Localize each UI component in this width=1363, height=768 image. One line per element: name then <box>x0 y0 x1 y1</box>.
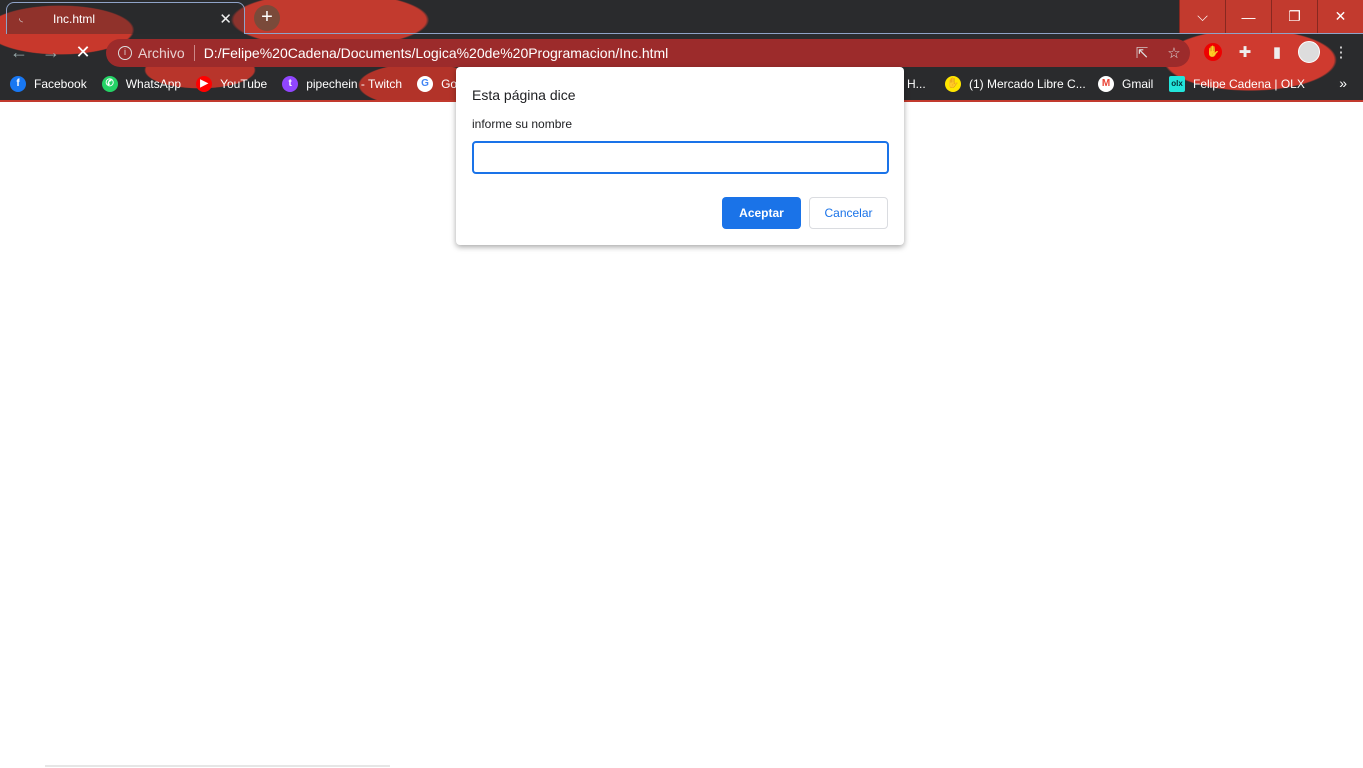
bookmark-label: pipechein - Twitch <box>306 77 403 91</box>
minimize-button[interactable]: — <box>1225 0 1271 33</box>
share-icon[interactable]: ⇱ <box>1126 44 1158 62</box>
bookmark-facebook[interactable]: f Facebook <box>10 76 87 92</box>
bookmark-star-icon[interactable]: ☆ <box>1158 44 1190 62</box>
restore-button[interactable]: ❐ <box>1271 0 1317 33</box>
url-text[interactable]: D:/Felipe%20Cadena/Documents/Logica%20de… <box>204 45 1126 61</box>
bookmark-label: WhatsApp <box>125 77 182 91</box>
tab-inc-html[interactable]: ◟ Inc.html ✕ <box>6 2 245 34</box>
whatsapp-icon: ✆ <box>101 76 118 92</box>
dialog-message: informe su nombre <box>472 117 573 131</box>
menu-icon[interactable]: ⋮ <box>1329 40 1353 64</box>
divider <box>193 45 195 61</box>
bookmark-youtube[interactable]: ▶ YouTube <box>196 76 267 92</box>
prompt-dialog: Esta página dice informe su nombre Acept… <box>456 67 904 245</box>
more-bookmarks-button[interactable]: » <box>1339 75 1347 91</box>
bookmark-whatsapp[interactable]: ✆ WhatsApp <box>101 76 182 92</box>
bookmark-olx[interactable]: olx Felipe Cadena | OLX <box>1169 76 1305 92</box>
forward-button[interactable]: → <box>39 40 63 64</box>
loading-icon: ◟ <box>19 13 23 24</box>
bookmark-mercadolibre[interactable]: ✋ (1) Mercado Libre C... <box>945 76 1086 92</box>
bookmark-label: Felipe Cadena | OLX <box>1193 77 1305 91</box>
mercadolibre-icon: ✋ <box>945 76 961 92</box>
profile-avatar[interactable] <box>1297 40 1321 64</box>
info-icon[interactable]: i <box>118 46 132 60</box>
extensions-icon[interactable]: ✚ <box>1233 40 1257 64</box>
new-tab-button[interactable]: + <box>254 5 280 31</box>
bookmark-label: Facebook <box>34 77 87 91</box>
navigation-bar: ← → ✕ i Archivo D:/Felipe%20Cadena/Docum… <box>0 34 1363 70</box>
window-controls: ⌵ — ❐ ✕ <box>1179 0 1363 33</box>
adblock-extension-icon[interactable]: ✋ <box>1201 40 1225 64</box>
scheme-label: Archivo <box>138 45 185 61</box>
side-panel-icon[interactable]: ▮ <box>1265 40 1289 64</box>
olx-icon: olx <box>1169 76 1185 92</box>
youtube-icon: ▶ <box>196 76 213 92</box>
tab-close-icon[interactable]: ✕ <box>219 10 232 28</box>
bookmark-label: (1) Mercado Libre C... <box>969 77 1086 91</box>
back-button[interactable]: ← <box>7 40 31 64</box>
dialog-title: Esta página dice <box>472 87 576 103</box>
horizontal-scrollbar[interactable] <box>45 765 390 767</box>
gmail-icon: M <box>1098 76 1114 92</box>
twitch-icon: t <box>282 76 299 92</box>
close-window-button[interactable]: ✕ <box>1317 0 1363 33</box>
google-icon: G <box>417 76 434 92</box>
facebook-icon: f <box>10 76 26 92</box>
address-bar[interactable]: i Archivo D:/Felipe%20Cadena/Documents/L… <box>106 39 1190 67</box>
bookmark-gmail[interactable]: M Gmail <box>1098 76 1153 92</box>
cancel-button[interactable]: Cancelar <box>809 197 888 229</box>
bookmark-label: Gmail <box>1122 77 1154 91</box>
tab-title: Inc.html <box>53 11 96 26</box>
bookmark-label: YouTube <box>220 77 268 91</box>
name-input[interactable] <box>472 141 889 174</box>
stop-button[interactable]: ✕ <box>71 40 95 64</box>
tab-search-button[interactable]: ⌵ <box>1179 0 1225 33</box>
accept-button[interactable]: Aceptar <box>722 197 801 229</box>
bookmark-twitch[interactable]: t pipechein - Twitch <box>282 76 402 92</box>
